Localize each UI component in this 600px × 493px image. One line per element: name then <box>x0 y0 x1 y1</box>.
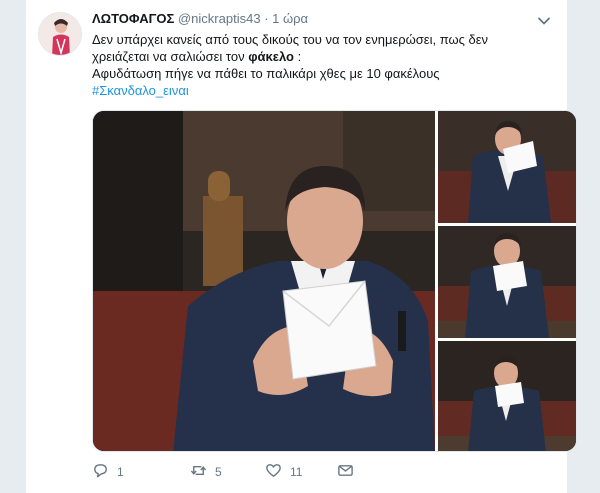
tweet-text-line-3: Αφυδάτωση πήγε να πάθει το παλικάρι χθες… <box>92 66 440 81</box>
tweet-text-line-2-prefix: χρειάζεται να σαλιώσει τον <box>92 49 249 64</box>
display-name[interactable]: ΛΩΤΟΦΑΓΟΣ <box>92 11 174 26</box>
thumbnail-photo-3[interactable] <box>438 341 577 452</box>
tweet-text-bold-word: φάκελο <box>248 49 294 64</box>
chevron-down-icon[interactable] <box>537 14 551 28</box>
heart-icon <box>265 462 282 482</box>
main-photo[interactable] <box>93 111 435 452</box>
tweet-text: Δεν υπάρχει κανείς από τους δικούς του ν… <box>92 31 552 99</box>
reply-count: 1 <box>117 465 124 479</box>
tweet-actions: 1 5 11 <box>92 462 412 482</box>
separator-dot: · <box>264 11 269 26</box>
thumbnail-photo-2[interactable] <box>438 226 577 338</box>
photo-collage <box>93 111 577 452</box>
hashtag-link[interactable]: #Σκανδαλο_ειναι <box>92 82 552 99</box>
avatar[interactable] <box>38 12 82 56</box>
tweet-card[interactable]: ΛΩΤΟΦΑΓΟΣ @nickraptis43 · 1 ώρα Δεν υπάρ… <box>26 0 577 493</box>
retweet-icon <box>190 462 207 482</box>
retweet-count: 5 <box>215 465 222 479</box>
reply-button[interactable]: 1 <box>92 462 124 482</box>
direct-message-button[interactable] <box>337 462 354 482</box>
user-handle[interactable]: @nickraptis43 <box>178 11 261 26</box>
direct-message-icon <box>337 462 354 482</box>
like-count: 11 <box>290 465 303 479</box>
like-button[interactable]: 11 <box>265 462 302 482</box>
thumbnail-photo-1[interactable] <box>438 111 577 223</box>
tweet-text-line-1: Δεν υπάρχει κανείς από τους δικούς του ν… <box>92 32 489 47</box>
media-grid[interactable] <box>92 110 577 452</box>
retweet-button[interactable]: 5 <box>190 462 222 482</box>
avatar-illustration <box>39 13 81 55</box>
tweet-text-line-2: χρειάζεται να σαλιώσει τον φάκελο : <box>92 48 552 65</box>
tweet-text-line-2-suffix: : <box>293 49 302 64</box>
reply-icon <box>92 462 109 482</box>
timestamp[interactable]: 1 ώρα <box>272 11 308 26</box>
tweet-header: ΛΩΤΟΦΑΓΟΣ @nickraptis43 · 1 ώρα <box>92 11 308 27</box>
